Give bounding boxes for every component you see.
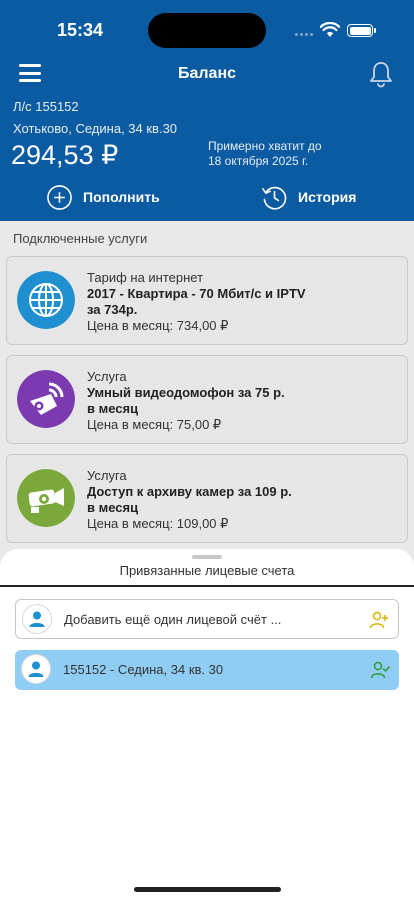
dynamic-island [148,13,266,48]
user-check-icon [370,661,390,679]
service-card-camera-archive[interactable]: Услуга Доступ к архиву камер за 109 р. в… [6,454,408,543]
plus-circle-icon [47,184,72,210]
service-kind: Тариф на интернет [87,270,204,285]
services-section-label: Подключенные услуги [13,231,148,246]
nav-bar: Баланс [0,58,414,90]
service-card-internet[interactable]: Тариф на интернет 2017 - Квартира - 70 М… [6,256,408,345]
service-price: Цена в месяц: 734,00 ₽ [87,318,229,333]
service-name: 2017 - Квартира - 70 Мбит/с и IPTV [87,286,306,301]
forecast-line1: Примерно хватит до [208,139,322,153]
linked-accounts-sheet: Привязанные лицевые счета Добавить ещё о… [0,549,414,900]
topup-label: Пополнить [83,189,160,205]
battery-icon [347,24,376,37]
notifications-bell-icon[interactable] [368,60,394,88]
sheet-divider [0,585,414,587]
topup-button[interactable]: Пополнить [46,182,160,212]
account-address: Хотьково, Седина, 34 кв.30 [13,121,178,136]
service-price: Цена в месяц: 109,00 ₽ [87,516,229,531]
service-name: Доступ к архиву камер за 109 р. [87,484,292,499]
user-avatar-icon [21,654,51,684]
balance-amount: 294,53 ₽ [11,140,119,170]
add-account-button[interactable]: Добавить ещё один лицевой счёт ... [15,599,399,639]
user-avatar-icon [22,604,52,634]
balance-forecast: Примерно хватит до 18 октября 2025 г. [208,139,322,169]
service-name-cont: в месяц [87,500,139,515]
sheet-title: Привязанные лицевые счета [119,563,295,578]
history-label: История [298,189,357,205]
history-clock-icon [262,186,287,210]
service-price: Цена в месяц: 75,00 ₽ [87,417,222,432]
service-name: Умный видеодомофон за 75 р. [87,385,285,400]
service-kind: Услуга [87,468,127,483]
status-time: 15:34 [57,20,104,40]
service-name-cont: за 734р. [87,302,138,317]
status-bar: 15:34 [0,0,414,50]
service-kind: Услуга [87,369,127,384]
camera-archive-icon [17,469,75,527]
add-user-icon [369,611,388,629]
header: 15:34 Баланс Л/с 155152 Хотьково, Седина… [0,0,414,221]
linked-account-row[interactable]: 155152 - Седина, 34 кв. 30 [15,650,399,690]
account-number: Л/с 155152 [13,99,79,114]
service-card-intercom[interactable]: Услуга Умный видеодомофон за 75 р. в мес… [6,355,408,444]
sheet-grabber[interactable] [192,555,222,559]
history-button[interactable]: История [261,182,356,212]
home-indicator[interactable] [134,887,281,892]
cellular-signal-icon [295,33,313,36]
linked-account-label: 155152 - Седина, 34 кв. 30 [63,662,224,677]
page-title: Баланс [177,65,237,82]
forecast-date: 18 октября 2025 г. [208,154,309,168]
add-account-label: Добавить ещё один лицевой счёт ... [64,612,282,627]
service-name-cont: в месяц [87,401,139,416]
intercom-icon [17,370,75,428]
globe-icon [17,271,75,329]
wifi-icon [320,22,340,37]
